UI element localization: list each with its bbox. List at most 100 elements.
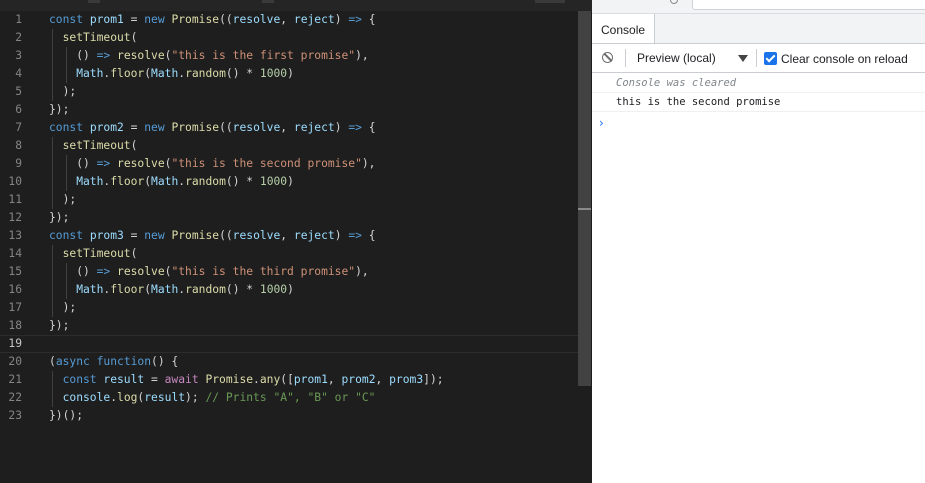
indent-guide (52, 299, 53, 317)
tab-stub (262, 0, 274, 3)
code-token: random (185, 175, 226, 188)
line-number: 20 (8, 355, 22, 368)
line-number: 17 (8, 301, 22, 314)
code-line[interactable]: 12}); (0, 209, 578, 227)
code-line[interactable]: 23})(); (0, 407, 578, 425)
code-line[interactable]: 7 const prom2 = new Promise((resolve, rej… (0, 119, 578, 137)
console-prompt-icon[interactable]: › (599, 116, 604, 130)
code-line[interactable]: 1 const prom1 = new Promise((resolve, rej… (0, 11, 578, 29)
code-text: const prom1 = new Promise((resolve, reje… (49, 11, 376, 29)
line-number: 23 (8, 409, 22, 422)
code-text: (async function() { (49, 353, 178, 371)
code-token: result (103, 373, 145, 386)
indent-guide (52, 173, 53, 191)
tab-console[interactable]: Console (592, 14, 656, 43)
code-line[interactable]: 19 (0, 335, 578, 353)
indent-guide (65, 281, 67, 299)
indent-guide (65, 263, 67, 281)
code-line[interactable]: 21 const result = await Promise.any([prom… (0, 371, 578, 389)
code-token: . (110, 391, 118, 404)
code-line[interactable]: 3 () => resolve("this is the first promis… (0, 47, 578, 65)
code-token: new (144, 121, 172, 134)
code-token: Promise (171, 13, 220, 26)
code-text: () => resolve("this is the second promis… (76, 155, 375, 173)
indent-guide (52, 371, 53, 389)
console-output: Console was cleared this is the second p… (592, 73, 925, 483)
code-text: setTimeout( (63, 29, 138, 47)
clear-on-reload-checkbox[interactable] (764, 52, 777, 65)
indent-guide (65, 173, 67, 191)
code-token: = (123, 13, 145, 26)
code-token: Promise (171, 121, 220, 134)
code-text: const prom3 = new Promise((resolve, reje… (49, 227, 376, 245)
line-number: 6 (15, 103, 22, 116)
clear-console-icon[interactable] (602, 52, 613, 63)
code-token: function (96, 355, 152, 368)
line-number: 12 (8, 211, 22, 224)
code-token: const (49, 13, 90, 26)
code-token: ]); (423, 373, 444, 386)
code-line[interactable]: 20 (async function() { (0, 353, 578, 371)
code-token: ) (334, 121, 349, 134)
code-token: ) (334, 229, 349, 242)
code-token: => (96, 265, 111, 278)
code-token: , (280, 13, 294, 26)
code-line[interactable]: 22 console.log(result); // Prints "A", "B… (0, 389, 578, 407)
code-line[interactable]: 11); (0, 191, 578, 209)
code-token: resolve (117, 49, 165, 62)
code-line[interactable]: 10 Math.floor(Math.random() * 1000) (0, 173, 578, 191)
code-line[interactable]: 15 () => resolve("this is the third promi… (0, 263, 578, 281)
toolbar-icon[interactable] (670, 0, 678, 4)
code-line[interactable]: 5); (0, 83, 578, 101)
code-line[interactable]: 8 setTimeout( (0, 137, 578, 155)
indent-guide (65, 47, 67, 65)
code-token: { (361, 229, 376, 242)
code-token: floor (110, 67, 145, 80)
code-token: => (348, 13, 362, 26)
code-token: ( (130, 139, 138, 152)
code-line[interactable]: 9 () => resolve("this is the second promi… (0, 155, 578, 173)
code-token: ), (355, 49, 369, 62)
indent-guide (52, 281, 53, 299)
tab-stub (535, 0, 565, 3)
code-editor[interactable]: 1 const prom1 = new Promise((resolve, rej… (0, 0, 592, 483)
code-text: }); (49, 317, 69, 335)
editor-scrollbar-thumb[interactable] (578, 11, 591, 386)
code-token: => (348, 121, 362, 134)
code-line[interactable]: 2 setTimeout( (0, 29, 578, 47)
code-line[interactable]: 18}); (0, 317, 578, 335)
code-token: prom1 (89, 13, 124, 26)
code-text: Math.floor(Math.random() * 1000) (76, 65, 294, 83)
code-line[interactable]: 14 setTimeout( (0, 245, 578, 263)
address-bar[interactable] (692, 0, 925, 10)
indent-guide (52, 191, 53, 209)
code-token: 1000 (259, 175, 288, 188)
code-token: => (348, 229, 362, 242)
code-token: ); (62, 301, 77, 314)
code-token: "this is the second promise" (171, 157, 362, 170)
code-line[interactable]: 6}); (0, 101, 578, 119)
code-line[interactable]: 13 const prom3 = new Promise((resolve, re… (0, 227, 578, 245)
toolbar-divider (756, 49, 757, 67)
code-token: ([ (280, 373, 294, 386)
code-token: prom2 (341, 373, 376, 386)
code-area[interactable]: 1 const prom1 = new Promise((resolve, rej… (0, 11, 578, 483)
code-token: "this is the third promise" (171, 265, 356, 278)
clear-on-reload-label: Clear console on reload (781, 52, 908, 66)
line-number: 19 (8, 337, 22, 350)
code-token: result (144, 391, 186, 404)
code-token: const (49, 121, 90, 134)
line-number: 9 (15, 157, 22, 170)
code-line[interactable]: 4 Math.floor(Math.random() * 1000) (0, 65, 578, 83)
code-token: () (76, 49, 97, 62)
code-line[interactable]: 17); (0, 299, 578, 317)
code-token: console (62, 391, 111, 404)
code-token: (( (219, 13, 233, 26)
code-token: => (96, 157, 111, 170)
code-token: resolve (117, 265, 165, 278)
context-selector[interactable]: Preview (local) (632, 47, 750, 69)
indent-guide (52, 263, 53, 281)
code-line[interactable]: 16 Math.floor(Math.random() * 1000) (0, 281, 578, 299)
